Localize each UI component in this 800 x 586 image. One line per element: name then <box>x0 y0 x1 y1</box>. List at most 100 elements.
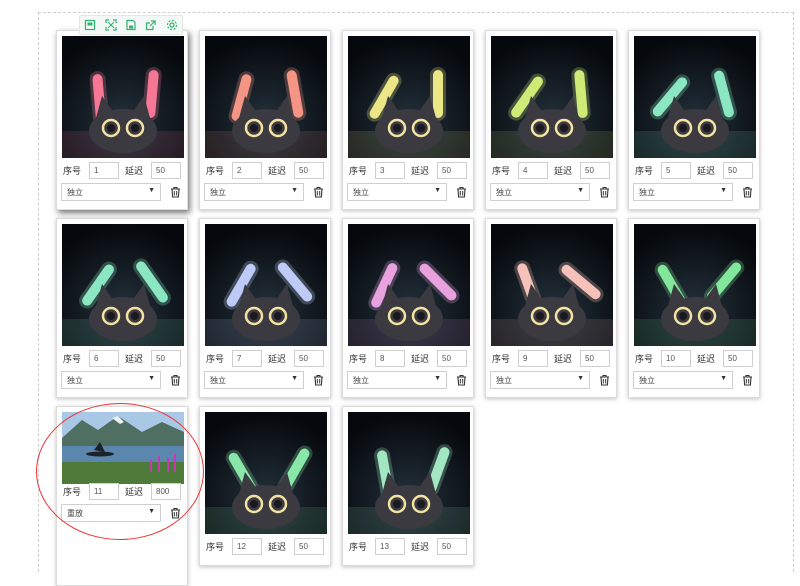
frame-thumbnail[interactable] <box>205 224 327 346</box>
trash-icon[interactable] <box>740 185 754 199</box>
export-icon[interactable] <box>143 18 159 32</box>
trash-icon[interactable] <box>740 373 754 387</box>
mode-value: 独立 <box>496 376 512 385</box>
frame-card[interactable]: 序号 9 延迟 50 独立 ▼ <box>485 218 617 398</box>
chevron-down-icon: ▼ <box>291 187 298 194</box>
trash-icon[interactable] <box>454 373 468 387</box>
delay-input[interactable]: 50 <box>580 162 610 179</box>
frame-card[interactable]: 序号 7 延迟 50 独立 ▼ <box>199 218 331 398</box>
chevron-down-icon: ▼ <box>291 375 298 382</box>
seq-input[interactable]: 3 <box>375 162 405 179</box>
chevron-down-icon: ▼ <box>434 375 441 382</box>
seq-label: 序号 <box>635 354 654 364</box>
mode-select[interactable]: 独立 ▼ <box>347 371 447 389</box>
trash-icon[interactable] <box>168 506 182 520</box>
delay-input[interactable]: 50 <box>580 350 610 367</box>
delay-input[interactable]: 50 <box>151 350 181 367</box>
seq-input[interactable]: 10 <box>661 350 691 367</box>
mode-value: 独立 <box>353 376 369 385</box>
save-icon[interactable] <box>123 18 139 32</box>
delay-input[interactable]: 800 <box>151 483 181 500</box>
frame-thumbnail[interactable] <box>634 224 756 346</box>
fullscreen-icon[interactable] <box>103 18 119 32</box>
frame-thumbnail[interactable] <box>634 36 756 158</box>
seq-label: 序号 <box>63 166 82 176</box>
delay-input[interactable]: 50 <box>294 538 324 555</box>
frame-toolbar <box>79 15 183 35</box>
mode-select[interactable]: 独立 ▼ <box>204 183 304 201</box>
settings-icon[interactable] <box>164 18 180 32</box>
seq-input[interactable]: 11 <box>89 483 119 500</box>
frame-thumbnail[interactable] <box>205 412 327 534</box>
seq-input[interactable]: 12 <box>232 538 262 555</box>
trash-icon[interactable] <box>597 185 611 199</box>
mode-value: 独立 <box>496 188 512 197</box>
frame-thumbnail[interactable] <box>348 224 470 346</box>
frame-card[interactable]: 序号 8 延迟 50 独立 ▼ <box>342 218 474 398</box>
delay-label: 延迟 <box>411 542 430 552</box>
trash-icon[interactable] <box>597 373 611 387</box>
frame-thumbnail[interactable] <box>62 36 184 158</box>
seq-input[interactable]: 8 <box>375 350 405 367</box>
delay-input[interactable]: 50 <box>151 162 181 179</box>
seq-input[interactable]: 9 <box>518 350 548 367</box>
delay-input[interactable]: 50 <box>723 162 753 179</box>
frame-card[interactable]: 序号 6 延迟 50 独立 ▼ <box>56 218 188 398</box>
trash-icon[interactable] <box>168 185 182 199</box>
delay-input[interactable]: 50 <box>437 350 467 367</box>
mode-select[interactable]: 独立 ▼ <box>490 183 590 201</box>
trash-icon[interactable] <box>311 373 325 387</box>
trash-icon[interactable] <box>454 185 468 199</box>
seq-input[interactable]: 4 <box>518 162 548 179</box>
frame-thumbnail[interactable] <box>205 36 327 158</box>
seq-input[interactable]: 7 <box>232 350 262 367</box>
mode-select[interactable]: 独立 ▼ <box>633 183 733 201</box>
mode-select[interactable]: 独立 ▼ <box>204 371 304 389</box>
seq-label: 序号 <box>206 354 225 364</box>
seq-input[interactable]: 6 <box>89 350 119 367</box>
frame-card[interactable]: 序号 13 延迟 50 <box>342 406 474 566</box>
seq-input[interactable]: 5 <box>661 162 691 179</box>
seq-label: 序号 <box>492 354 511 364</box>
frame-card[interactable]: 序号 12 延迟 50 <box>199 406 331 566</box>
mode-select[interactable]: 独立 ▼ <box>347 183 447 201</box>
frame-card[interactable]: 序号 2 延迟 50 独立 ▼ <box>199 30 331 210</box>
mode-value: 独立 <box>639 188 655 197</box>
seq-input[interactable]: 13 <box>375 538 405 555</box>
frame-thumbnail[interactable] <box>348 412 470 534</box>
delay-input[interactable]: 50 <box>294 350 324 367</box>
seq-label: 序号 <box>349 166 368 176</box>
frame-card[interactable]: 序号 4 延迟 50 独立 ▼ <box>485 30 617 210</box>
mode-value: 独立 <box>67 188 83 197</box>
mode-value: 独立 <box>639 376 655 385</box>
delay-input[interactable]: 50 <box>437 162 467 179</box>
delay-label: 延迟 <box>411 354 430 364</box>
chevron-down-icon: ▼ <box>148 375 155 382</box>
frame-thumbnail[interactable] <box>348 36 470 158</box>
mode-select[interactable]: 重放 ▼ <box>61 504 161 522</box>
frame-card[interactable]: 序号 1 延迟 50 独立 ▼ <box>56 30 188 210</box>
delay-label: 延迟 <box>268 542 287 552</box>
delay-input[interactable]: 50 <box>437 538 467 555</box>
frame-card[interactable]: 序号 10 延迟 50 独立 ▼ <box>628 218 760 398</box>
trash-icon[interactable] <box>168 373 182 387</box>
mode-select[interactable]: 独立 ▼ <box>61 371 161 389</box>
frame-card[interactable]: 序号 3 延迟 50 独立 ▼ <box>342 30 474 210</box>
delay-input[interactable]: 50 <box>723 350 753 367</box>
delay-label: 延迟 <box>125 166 144 176</box>
chevron-down-icon: ▼ <box>434 187 441 194</box>
mode-select[interactable]: 独立 ▼ <box>633 371 733 389</box>
delay-input[interactable]: 50 <box>294 162 324 179</box>
frame-card[interactable]: 序号 11 延迟 800 重放 ▼ <box>56 406 188 586</box>
seq-input[interactable]: 2 <box>232 162 262 179</box>
mode-select[interactable]: 独立 ▼ <box>61 183 161 201</box>
save-frame-icon[interactable] <box>82 18 98 32</box>
frame-card[interactable]: 序号 5 延迟 50 独立 ▼ <box>628 30 760 210</box>
mode-select[interactable]: 独立 ▼ <box>490 371 590 389</box>
frame-thumbnail[interactable] <box>491 224 613 346</box>
frame-thumbnail[interactable] <box>491 36 613 158</box>
trash-icon[interactable] <box>311 185 325 199</box>
seq-input[interactable]: 1 <box>89 162 119 179</box>
chevron-down-icon: ▼ <box>577 187 584 194</box>
frame-thumbnail[interactable] <box>62 224 184 346</box>
